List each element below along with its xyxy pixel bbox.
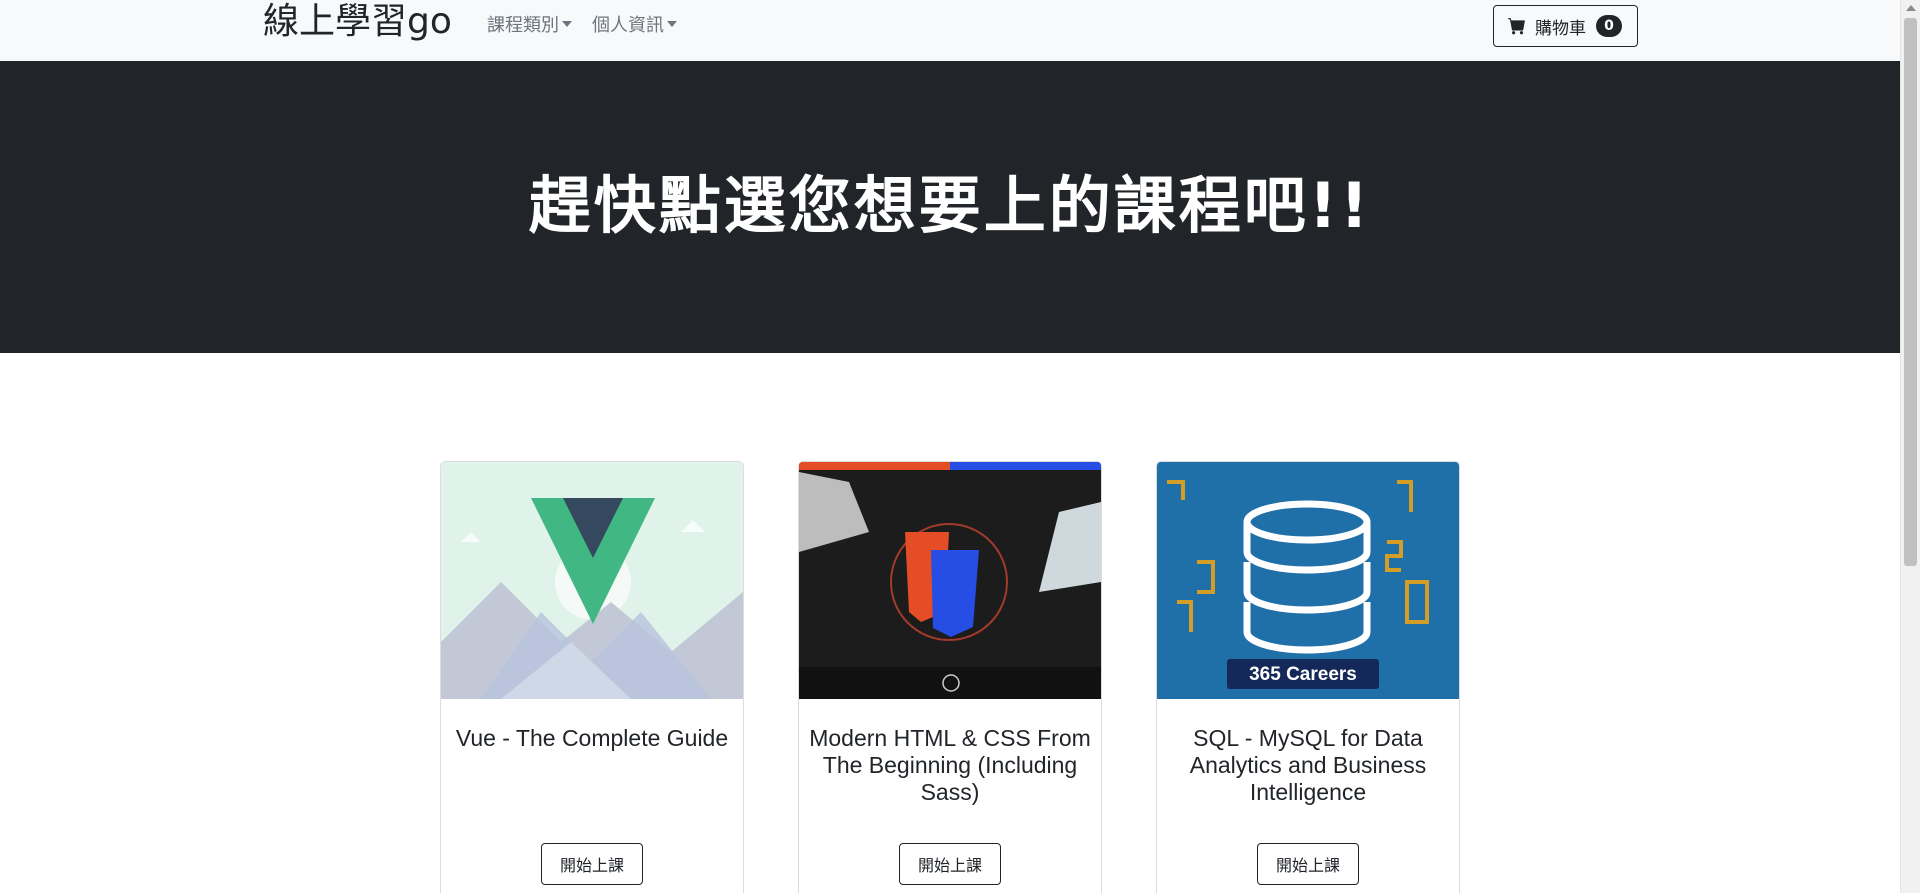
cart-button[interactable]: 購物車 0 (1493, 5, 1638, 47)
brand-caption: 365 Careers (1249, 664, 1357, 685)
scroll-up-arrow-icon[interactable] (1906, 5, 1916, 11)
caret-down-icon (667, 21, 677, 27)
course-card: Vue - The Complete Guide 開始上課 (440, 461, 744, 893)
database-logo-image: 365 Careers (1157, 462, 1459, 699)
start-course-button[interactable]: 開始上課 (1257, 843, 1359, 885)
course-thumbnail-html-css[interactable] (799, 462, 1101, 699)
course-thumbnail-vue[interactable] (441, 462, 743, 699)
start-course-button[interactable]: 開始上課 (541, 843, 643, 885)
course-card: Modern HTML & CSS From The Beginning (In… (798, 461, 1102, 893)
nav-dropdown-personal-info[interactable]: 個人資訊 (592, 13, 677, 39)
cart-label: 購物車 (1535, 18, 1586, 39)
nav-dropdown-label: 個人資訊 (592, 15, 664, 36)
caret-down-icon (562, 21, 572, 27)
course-thumbnail-sql[interactable]: 365 Careers (1157, 462, 1459, 699)
cart-count-badge: 0 (1596, 15, 1622, 37)
nav-dropdown-label: 課程類別 (487, 15, 559, 36)
course-title: SQL - MySQL for Data Analytics and Busin… (1189, 725, 1427, 805)
vue-logo-image (441, 462, 743, 699)
start-course-button[interactable]: 開始上課 (899, 843, 1001, 885)
cart-icon (1508, 18, 1525, 35)
course-title: Vue - The Complete Guide (455, 725, 729, 751)
nav-dropdown-course-category[interactable]: 課程類別 (487, 13, 572, 39)
course-title: Modern HTML & CSS From The Beginning (In… (809, 725, 1091, 805)
brand-logo[interactable]: 線上學習go (263, 0, 452, 44)
html-css-logo-image (799, 462, 1101, 699)
course-card: 365 Careers SQL - MySQL for Data Analyti… (1156, 461, 1460, 893)
hero-banner: 趕快點選您想要上的課程吧!! (0, 61, 1900, 353)
top-navbar: 線上學習go 課程類別 個人資訊 購物車 0 (0, 0, 1900, 61)
hero-title: 趕快點選您想要上的課程吧!! (528, 169, 1372, 242)
vertical-scrollbar[interactable] (1900, 0, 1920, 893)
scrollbar-thumb[interactable] (1904, 18, 1917, 566)
